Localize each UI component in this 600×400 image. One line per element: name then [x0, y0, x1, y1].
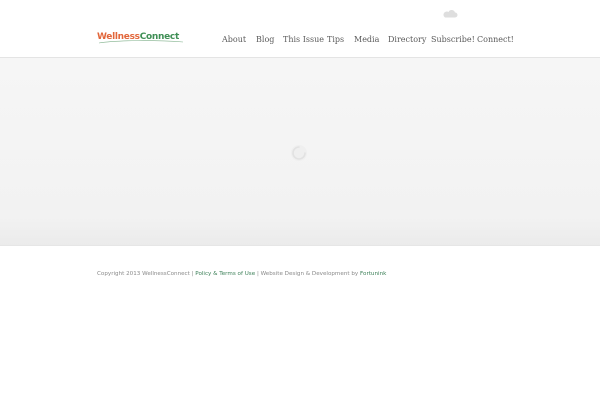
site-header: Wellness Connect About Blog This Issue Ti… [0, 0, 600, 58]
footer-credit-text: | Website Design & Development by [256, 271, 359, 277]
nav-item-media[interactable]: Media [354, 34, 379, 46]
content-divider [0, 245, 600, 246]
nav-item-this-issue[interactable]: This Issue [283, 34, 324, 46]
cloud-icon [443, 10, 458, 18]
site-footer: Copyright 2013 WellnessConnect | Policy … [97, 270, 386, 278]
loading-spinner-icon [291, 145, 307, 161]
nav-item-directory[interactable]: Directory [388, 34, 426, 46]
header-drop-shadow [90, 58, 510, 67]
nav-item-subscribe[interactable]: Subscribe! [431, 34, 475, 46]
main-navigation: About Blog This Issue Tips Media Directo… [0, 34, 600, 48]
footer-credit-link[interactable]: Fortunink [360, 271, 386, 277]
page: Wellness Connect About Blog This Issue Ti… [0, 0, 600, 400]
nav-item-connect[interactable]: Connect! [477, 34, 514, 46]
nav-item-about[interactable]: About [222, 34, 246, 46]
footer-policy-link[interactable]: Policy & Terms of Use [195, 271, 255, 277]
nav-item-blog[interactable]: Blog [256, 34, 274, 46]
hero-slider [0, 58, 600, 245]
footer-copyright: Copyright 2013 WellnessConnect | [97, 271, 194, 277]
nav-item-tips[interactable]: Tips [327, 34, 344, 46]
